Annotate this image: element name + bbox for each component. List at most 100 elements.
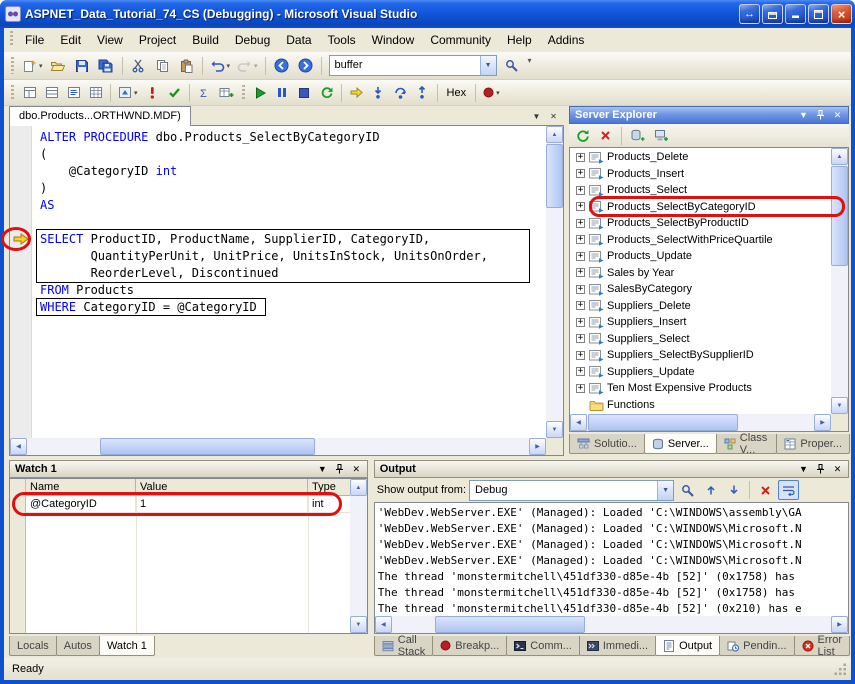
close-panel-icon[interactable]: ✕ (830, 462, 845, 476)
save-all-button[interactable] (95, 55, 118, 77)
expand-icon[interactable]: + (576, 169, 585, 178)
expand-icon[interactable]: + (576, 202, 585, 211)
window-position-icon[interactable]: ▼ (796, 108, 811, 122)
scrollbar-thumb[interactable] (831, 166, 848, 266)
scroll-right-icon[interactable]: ▶ (831, 616, 848, 633)
scroll-down-icon[interactable]: ▼ (546, 421, 563, 438)
verify-sql-button[interactable] (164, 83, 185, 103)
tab-call-stack[interactable]: Call Stack (374, 636, 434, 656)
editor-vertical-scrollbar[interactable]: ▲ ▼ (546, 126, 563, 438)
break-all-button[interactable] (272, 83, 293, 103)
tree-item-products-insert[interactable]: +Products_Insert (570, 166, 831, 183)
auto-hide-pin-icon[interactable] (813, 462, 828, 476)
previous-message-button[interactable] (700, 480, 721, 500)
tab-server-[interactable]: Server... (644, 434, 717, 454)
menu-tools[interactable]: Tools (320, 29, 364, 52)
watch-vertical-scrollbar[interactable]: ▲ ▼ (350, 479, 367, 633)
tree-item-products-selectbycategoryid[interactable]: +Products_SelectByCategoryID (570, 199, 831, 216)
close-button[interactable]: × (831, 4, 852, 24)
menu-debug[interactable]: Debug (227, 29, 278, 52)
show-criteria-pane-button[interactable] (41, 83, 62, 103)
step-over-button[interactable] (390, 83, 411, 103)
close-panel-icon[interactable]: ✕ (349, 462, 364, 476)
open-file-button[interactable] (47, 55, 70, 77)
redo-button[interactable]: ▾ (234, 55, 261, 77)
expand-icon[interactable]: + (576, 334, 585, 343)
add-group-by-button[interactable]: Σ (194, 83, 215, 103)
tab-locals[interactable]: Locals (9, 636, 57, 656)
tab-error-list[interactable]: Error List (794, 636, 850, 656)
expand-icon[interactable]: + (576, 351, 585, 360)
expand-icon[interactable]: + (576, 384, 585, 393)
minimize-button[interactable] (785, 4, 806, 24)
expand-icon[interactable]: + (576, 219, 585, 228)
column-header-type[interactable]: Type (308, 479, 350, 495)
paste-button[interactable] (175, 55, 198, 77)
column-header-name[interactable]: Name (26, 479, 136, 495)
navigate-backward-button[interactable] (270, 55, 293, 77)
clear-all-button[interactable] (755, 480, 776, 500)
scroll-up-icon[interactable]: ▲ (831, 148, 848, 165)
expand-icon[interactable]: + (576, 235, 585, 244)
toolbar-grip[interactable] (242, 85, 245, 100)
tree-item-suppliers-update[interactable]: +Suppliers_Update (570, 364, 831, 381)
stop-debugging-button[interactable] (294, 83, 315, 103)
output-source-combo[interactable]: Debug ▼ (469, 480, 674, 501)
maximize-button[interactable] (808, 4, 829, 24)
app-icon[interactable] (5, 6, 21, 22)
scrollbar-thumb[interactable] (588, 414, 738, 431)
tab-comm-[interactable]: Comm... (506, 636, 580, 656)
find-message-button[interactable] (677, 480, 698, 500)
scrollbar-thumb[interactable] (435, 616, 585, 633)
expand-icon[interactable]: + (576, 301, 585, 310)
tab-immedi-[interactable]: Immedi... (579, 636, 656, 656)
close-document-icon[interactable]: ✕ (546, 109, 561, 123)
expand-icon[interactable]: + (576, 268, 585, 277)
watch-grid[interactable]: NameValueType @CategoryID1int ▲ ▼ (9, 478, 368, 634)
toggle-word-wrap-button[interactable] (778, 480, 799, 500)
close-panel-icon[interactable]: ✕ (830, 108, 845, 122)
find-combo[interactable]: buffer▼ (329, 55, 497, 76)
expand-icon[interactable]: + (576, 285, 585, 294)
save-button[interactable] (71, 55, 94, 77)
menu-project[interactable]: Project (131, 29, 184, 52)
navigate-forward-button[interactable] (294, 55, 317, 77)
tab-output[interactable]: Output (655, 636, 720, 656)
show-results-pane-button[interactable] (85, 83, 106, 103)
scroll-right-icon[interactable]: ▶ (814, 414, 831, 431)
breakpoints-window-button[interactable]: ▾ (480, 83, 503, 103)
scroll-down-icon[interactable]: ▼ (350, 616, 367, 633)
auto-hide-pin-icon[interactable] (332, 462, 347, 476)
menu-window[interactable]: Window (364, 29, 423, 52)
undo-button[interactable]: ▾ (207, 55, 234, 77)
expand-icon[interactable]: + (576, 367, 585, 376)
step-into-button[interactable] (368, 83, 389, 103)
output-text[interactable]: 'WebDev.WebServer.EXE' (Managed): Loaded… (374, 502, 849, 634)
scrollbar-thumb[interactable] (100, 438, 315, 455)
toolbar-options-button[interactable]: ▾ (525, 56, 535, 65)
tree-item-products-selectwithpricequartile[interactable]: +Products_SelectWithPriceQuartile (570, 232, 831, 249)
resize-grip[interactable] (834, 663, 847, 676)
show-diagram-pane-button[interactable] (19, 83, 40, 103)
show-next-statement-button[interactable] (346, 83, 367, 103)
tree-horizontal-scrollbar[interactable]: ◀ ▶ (570, 414, 831, 431)
tab-autos[interactable]: Autos (56, 636, 100, 656)
tree-item-salesbycategory[interactable]: +SalesByCategory (570, 281, 831, 298)
tab-proper-[interactable]: Proper... (776, 434, 850, 454)
output-horizontal-scrollbar[interactable]: ◀ ▶ (375, 616, 848, 633)
watch-header[interactable]: Watch 1 ▼ ✕ (9, 460, 368, 478)
add-new-item-button[interactable]: ▾ (19, 55, 46, 77)
menu-file[interactable]: File (17, 29, 52, 52)
auto-hide-pin-icon[interactable] (813, 108, 828, 122)
tree-item-suppliers-delete[interactable]: +Suppliers_Delete (570, 298, 831, 315)
title-bar[interactable]: ASPNET_Data_Tutorial_74_CS (Debugging) -… (0, 0, 855, 28)
tree-item-suppliers-selectbysupplierid[interactable]: +Suppliers_SelectBySupplierID (570, 347, 831, 364)
cut-button[interactable] (127, 55, 150, 77)
tree-item-suppliers-select[interactable]: +Suppliers_Select (570, 331, 831, 348)
menu-help[interactable]: Help (499, 29, 540, 52)
restart-button[interactable] (316, 83, 337, 103)
scroll-left-icon[interactable]: ◀ (570, 414, 587, 431)
menu-community[interactable]: Community (422, 29, 499, 52)
scrollbar-thumb[interactable] (546, 144, 563, 208)
menu-data[interactable]: Data (278, 29, 319, 52)
